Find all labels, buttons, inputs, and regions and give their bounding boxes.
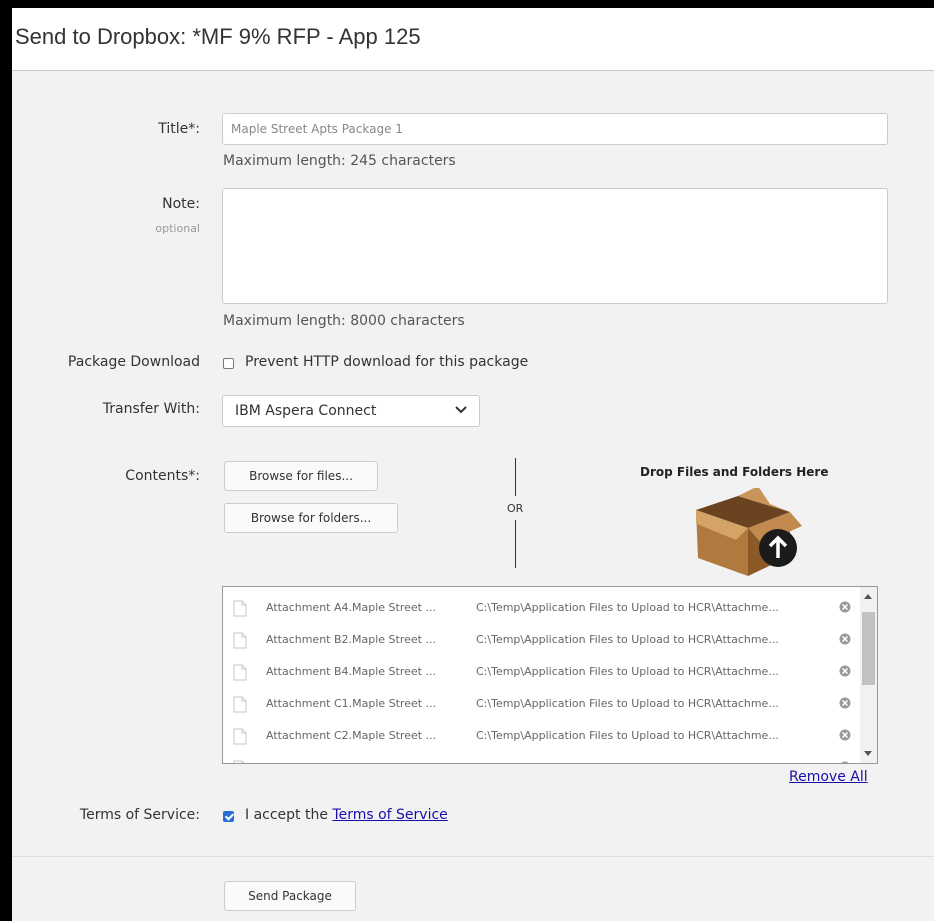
chevron-down-icon bbox=[455, 406, 467, 414]
file-path: C:\Temp\Application Files to Upload to H… bbox=[476, 761, 779, 763]
file-list-item[interactable]: Attachment C1.Maple Street ... C:\Temp\Ap… bbox=[223, 688, 863, 720]
file-name: Attachment C3.Maple Street ... bbox=[266, 761, 436, 763]
document-icon bbox=[233, 600, 247, 617]
terms-label: Terms of Service: bbox=[79, 807, 200, 823]
send-package-button[interactable]: Send Package bbox=[224, 881, 356, 911]
divider-line-top bbox=[515, 458, 516, 496]
file-list-item[interactable]: Attachment C3.Maple Street ... C:\Temp\Ap… bbox=[223, 752, 863, 764]
terms-prefix: I accept the bbox=[245, 807, 328, 823]
prevent-http-checkbox[interactable] bbox=[223, 358, 234, 369]
scroll-down-arrow[interactable] bbox=[864, 751, 872, 756]
file-name: Attachment B2.Maple Street ... bbox=[266, 633, 436, 646]
file-path: C:\Temp\Application Files to Upload to H… bbox=[476, 697, 779, 710]
page-title: Send to Dropbox: *MF 9% RFP - App 125 bbox=[15, 24, 421, 49]
file-list-item[interactable]: Attachment C2.Maple Street ... C:\Temp\Ap… bbox=[223, 720, 863, 752]
file-path: C:\Temp\Application Files to Upload to H… bbox=[476, 665, 779, 678]
browse-files-button[interactable]: Browse for files... bbox=[224, 461, 378, 491]
terms-checkbox[interactable] bbox=[223, 811, 234, 822]
transfer-select[interactable]: IBM Aspera Connect bbox=[222, 395, 480, 427]
file-list-scrollbar[interactable] bbox=[860, 587, 877, 763]
note-textarea[interactable] bbox=[222, 188, 888, 304]
title-input[interactable] bbox=[222, 113, 888, 145]
remove-circle-icon[interactable] bbox=[839, 697, 851, 709]
drop-zone-label: Drop Files and Folders Here bbox=[640, 465, 829, 479]
title-hint: Maximum length: 245 characters bbox=[223, 153, 456, 169]
file-path: C:\Temp\Application Files to Upload to H… bbox=[476, 633, 779, 646]
scroll-up-arrow[interactable] bbox=[864, 594, 872, 599]
footer: Send Package bbox=[12, 857, 934, 921]
transfer-select-value: IBM Aspera Connect bbox=[235, 403, 377, 419]
document-icon bbox=[233, 696, 247, 713]
file-path: C:\Temp\Application Files to Upload to H… bbox=[476, 601, 779, 614]
dialog-header: Send to Dropbox: *MF 9% RFP - App 125 bbox=[12, 8, 934, 71]
terms-of-service-link[interactable]: Terms of Service bbox=[332, 807, 447, 823]
terms-text: I accept the Terms of Service bbox=[245, 807, 448, 823]
file-path: C:\Temp\Application Files to Upload to H… bbox=[476, 729, 779, 742]
note-hint: Maximum length: 8000 characters bbox=[223, 313, 465, 329]
remove-circle-icon[interactable] bbox=[839, 665, 851, 677]
remove-circle-icon[interactable] bbox=[839, 633, 851, 645]
document-icon bbox=[233, 664, 247, 681]
file-list-item[interactable]: Attachment B2.Maple Street ... C:\Temp\Ap… bbox=[223, 624, 863, 656]
title-label: Title*: bbox=[158, 121, 200, 137]
file-list-item[interactable]: Attachment B4.Maple Street ... C:\Temp\Ap… bbox=[223, 656, 863, 688]
or-label: OR bbox=[507, 502, 524, 515]
remove-all-link[interactable]: Remove All bbox=[789, 769, 868, 785]
note-label: Note: bbox=[162, 196, 200, 212]
transfer-with-label: Transfer With: bbox=[102, 401, 200, 417]
prevent-http-label: Prevent HTTP download for this package bbox=[245, 354, 529, 370]
document-icon bbox=[233, 632, 247, 649]
package-download-label: Package Download bbox=[67, 354, 200, 370]
cardboard-box-upload-icon[interactable] bbox=[696, 488, 806, 578]
file-name: Attachment C1.Maple Street ... bbox=[266, 697, 437, 710]
file-name: Attachment C2.Maple Street ... bbox=[266, 729, 437, 742]
divider-line-bottom bbox=[515, 520, 516, 568]
browse-folders-button[interactable]: Browse for folders... bbox=[224, 503, 398, 533]
remove-circle-icon[interactable] bbox=[839, 729, 851, 741]
file-list[interactable]: Attachment A4.Maple Street ... C:\Temp\Ap… bbox=[222, 586, 878, 764]
scroll-thumb[interactable] bbox=[862, 612, 875, 685]
dialog: Send to Dropbox: *MF 9% RFP - App 125 Ti… bbox=[12, 8, 934, 921]
contents-label: Contents*: bbox=[125, 468, 200, 484]
remove-circle-icon[interactable] bbox=[839, 601, 851, 613]
remove-circle-icon[interactable] bbox=[839, 761, 851, 764]
file-name: Attachment B4.Maple Street ... bbox=[266, 665, 436, 678]
note-optional-label: optional bbox=[155, 222, 200, 235]
document-icon bbox=[233, 728, 247, 745]
file-name: Attachment A4.Maple Street ... bbox=[266, 601, 436, 614]
document-icon bbox=[233, 760, 245, 763]
file-list-item[interactable]: Attachment A4.Maple Street ... C:\Temp\Ap… bbox=[223, 592, 863, 624]
